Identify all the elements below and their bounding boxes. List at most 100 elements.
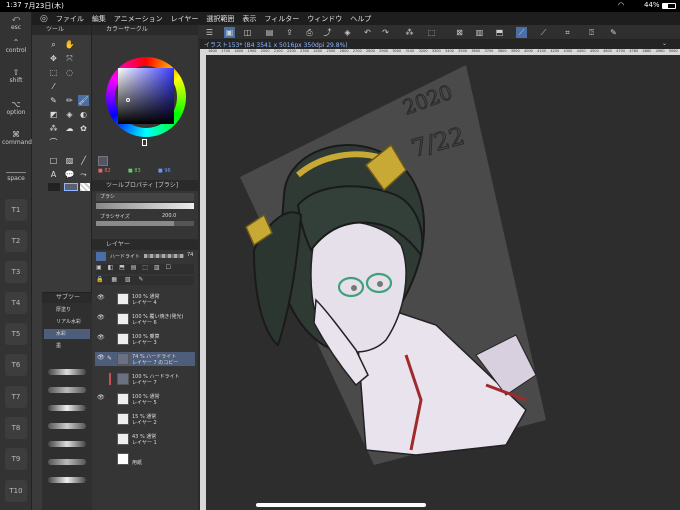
new-canvas-icon[interactable]: ▣ bbox=[224, 27, 235, 38]
transparent-color-swatch[interactable] bbox=[80, 183, 90, 191]
chevron-down-icon[interactable]: ⌄ bbox=[662, 40, 667, 47]
saturation-square[interactable] bbox=[118, 68, 174, 124]
eyedropper-icon[interactable]: ⁄ bbox=[48, 81, 59, 92]
shift-key[interactable]: ⇧ shift bbox=[2, 68, 30, 84]
airbrush-icon[interactable]: ⁂ bbox=[48, 123, 59, 134]
pen-icon[interactable]: ✎ bbox=[48, 95, 59, 106]
blend-mode-select[interactable]: ハードライト bbox=[110, 253, 140, 260]
balloon-icon[interactable]: 💬 bbox=[64, 169, 75, 180]
t9-button[interactable]: T9 bbox=[5, 448, 27, 470]
brush-size-value[interactable]: 200.0 bbox=[162, 213, 176, 219]
snap-ruler-icon[interactable]: ⟋ bbox=[516, 27, 527, 38]
layer-row[interactable]: 15 % 通常 レイヤー 2 bbox=[95, 412, 195, 426]
opacity-value[interactable]: 74 bbox=[187, 252, 193, 258]
eraser-icon[interactable]: ◩ bbox=[48, 109, 59, 120]
brush-icon[interactable]: 🖌 bbox=[78, 95, 89, 106]
pen-settings-icon[interactable]: ✎ bbox=[608, 27, 619, 38]
layer-row-selected[interactable]: 👁 ✎ 74 % ハードライト レイヤー 7 のコピー bbox=[95, 352, 195, 366]
lasso-icon[interactable]: ◌ bbox=[64, 67, 75, 78]
option-key[interactable]: ⌥ option bbox=[2, 100, 30, 116]
hand-icon[interactable]: ✋ bbox=[64, 39, 75, 50]
control-key[interactable]: ⌃ control bbox=[2, 38, 30, 54]
visibility-eye-icon[interactable]: 👁 bbox=[97, 295, 105, 301]
move-icon[interactable]: ✥ bbox=[48, 53, 59, 64]
visibility-eye-icon[interactable]: 👁 bbox=[97, 315, 105, 321]
help-icon[interactable]: ⍰ bbox=[586, 27, 597, 38]
layer-row[interactable]: 👁 100 % 乗算 レイヤー 3 bbox=[95, 332, 195, 346]
frame-icon[interactable]: ▨ bbox=[64, 155, 75, 166]
menu-selection[interactable]: 選択範囲 bbox=[206, 14, 234, 24]
brush-preset[interactable] bbox=[48, 405, 86, 411]
undo-icon[interactable]: ↶ bbox=[362, 27, 373, 38]
loading-icon[interactable]: ⁂ bbox=[404, 27, 415, 38]
snap-grid-icon[interactable]: ⌗ bbox=[562, 27, 573, 38]
opacity-slider[interactable] bbox=[144, 254, 184, 258]
zoom-icon[interactable]: ⌕ bbox=[48, 39, 59, 50]
esc-key[interactable]: ⤺ esc bbox=[2, 14, 30, 31]
brush-preset[interactable] bbox=[48, 477, 86, 483]
subtool-real-watercolor[interactable]: リアル水彩 bbox=[44, 317, 90, 327]
home-indicator[interactable] bbox=[256, 503, 426, 507]
redo-icon[interactable]: ↷ bbox=[380, 27, 391, 38]
t10-button[interactable]: T10 bbox=[5, 480, 27, 502]
snap-guide-icon[interactable]: ⟋ bbox=[538, 27, 549, 38]
transform-icon[interactable]: ⤧ bbox=[64, 53, 75, 64]
brush-preset[interactable] bbox=[48, 423, 86, 429]
menu-window[interactable]: ウィンドウ bbox=[307, 14, 342, 24]
visibility-eye-icon[interactable]: 👁 bbox=[97, 395, 105, 401]
t8-button[interactable]: T8 bbox=[5, 417, 27, 439]
export-icon[interactable]: ⇪ bbox=[284, 27, 295, 38]
layer-row[interactable]: 👁 100 % 覆い焼き(発光) レイヤー 6 bbox=[95, 312, 195, 326]
pencil-icon[interactable]: ✏ bbox=[64, 95, 75, 106]
blend-icon[interactable]: ☁ bbox=[64, 123, 75, 134]
hue-handle[interactable] bbox=[142, 139, 147, 146]
menu-layer[interactable]: レイヤー bbox=[171, 14, 199, 24]
gradient-icon[interactable]: ◐ bbox=[78, 109, 89, 120]
subtool-watercolor[interactable]: 水彩 bbox=[44, 329, 90, 339]
brush-preset[interactable] bbox=[48, 441, 86, 447]
layer-row[interactable]: 👁 100 % 通常 レイヤー 5 bbox=[95, 392, 195, 406]
brush-size-slider[interactable] bbox=[96, 221, 194, 226]
menu-animation[interactable]: アニメーション bbox=[114, 14, 163, 24]
t5-button[interactable]: T5 bbox=[5, 323, 27, 345]
main-color-swatch[interactable] bbox=[48, 183, 60, 191]
subtool-thick-paint[interactable]: 厚塗り bbox=[44, 305, 90, 315]
document-tab[interactable]: イラスト153* (B4 3541 x 5016px 350dpi 29.8%)… bbox=[200, 40, 680, 49]
space-key[interactable]: space bbox=[2, 172, 30, 182]
menu-help[interactable]: ヘルプ bbox=[350, 14, 371, 24]
share-icon[interactable]: ⤴ bbox=[322, 27, 333, 38]
deselect-icon[interactable]: ⬚ bbox=[426, 27, 437, 38]
menu-icon[interactable]: ☰ bbox=[204, 27, 215, 38]
menu-edit[interactable]: 編集 bbox=[92, 14, 106, 24]
text-icon[interactable]: A bbox=[48, 169, 59, 180]
t3-button[interactable]: T3 bbox=[5, 261, 27, 283]
layer-row[interactable]: 100 % ハードライト レイヤー 7 bbox=[95, 372, 195, 386]
visibility-eye-icon[interactable]: 👁 bbox=[97, 335, 105, 341]
t7-button[interactable]: T7 bbox=[5, 386, 27, 408]
save-icon[interactable]: ▤ bbox=[264, 27, 275, 38]
fill-icon[interactable]: ◈ bbox=[64, 109, 75, 120]
subtool-ink[interactable]: 墨 bbox=[44, 341, 90, 351]
sub-color-swatch[interactable] bbox=[64, 183, 78, 191]
open-icon[interactable]: ◫ bbox=[242, 27, 253, 38]
selection-icon[interactable]: ⬚ bbox=[48, 67, 59, 78]
brush-preset[interactable] bbox=[48, 369, 86, 375]
correct-line-icon[interactable]: ⤳ bbox=[78, 169, 89, 180]
fill-selection-icon[interactable]: ▥ bbox=[474, 27, 485, 38]
transform-selection-icon[interactable]: ⬒ bbox=[494, 27, 505, 38]
layer-row[interactable]: 43 % 通常 レイヤー 1 bbox=[95, 432, 195, 446]
app-logo-icon[interactable]: ◎ bbox=[40, 14, 48, 24]
menu-filter[interactable]: フィルター bbox=[264, 14, 299, 24]
brush-preset[interactable] bbox=[48, 387, 86, 393]
menu-view[interactable]: 表示 bbox=[242, 14, 256, 24]
layer-row[interactable]: 用紙 bbox=[95, 452, 195, 466]
print-icon[interactable]: ⎙ bbox=[304, 27, 315, 38]
command-key[interactable]: ⌘ command bbox=[2, 130, 32, 146]
layer-icon[interactable]: ◈ bbox=[342, 27, 353, 38]
brush-preset[interactable] bbox=[48, 459, 86, 465]
canvas-area[interactable]: 2020 7/22 bbox=[206, 55, 680, 510]
t4-button[interactable]: T4 bbox=[5, 292, 27, 314]
decoration-icon[interactable]: ✿ bbox=[78, 123, 89, 134]
curve-icon[interactable]: ⌒ bbox=[48, 137, 59, 148]
visibility-eye-icon[interactable]: 👁 bbox=[97, 355, 105, 361]
